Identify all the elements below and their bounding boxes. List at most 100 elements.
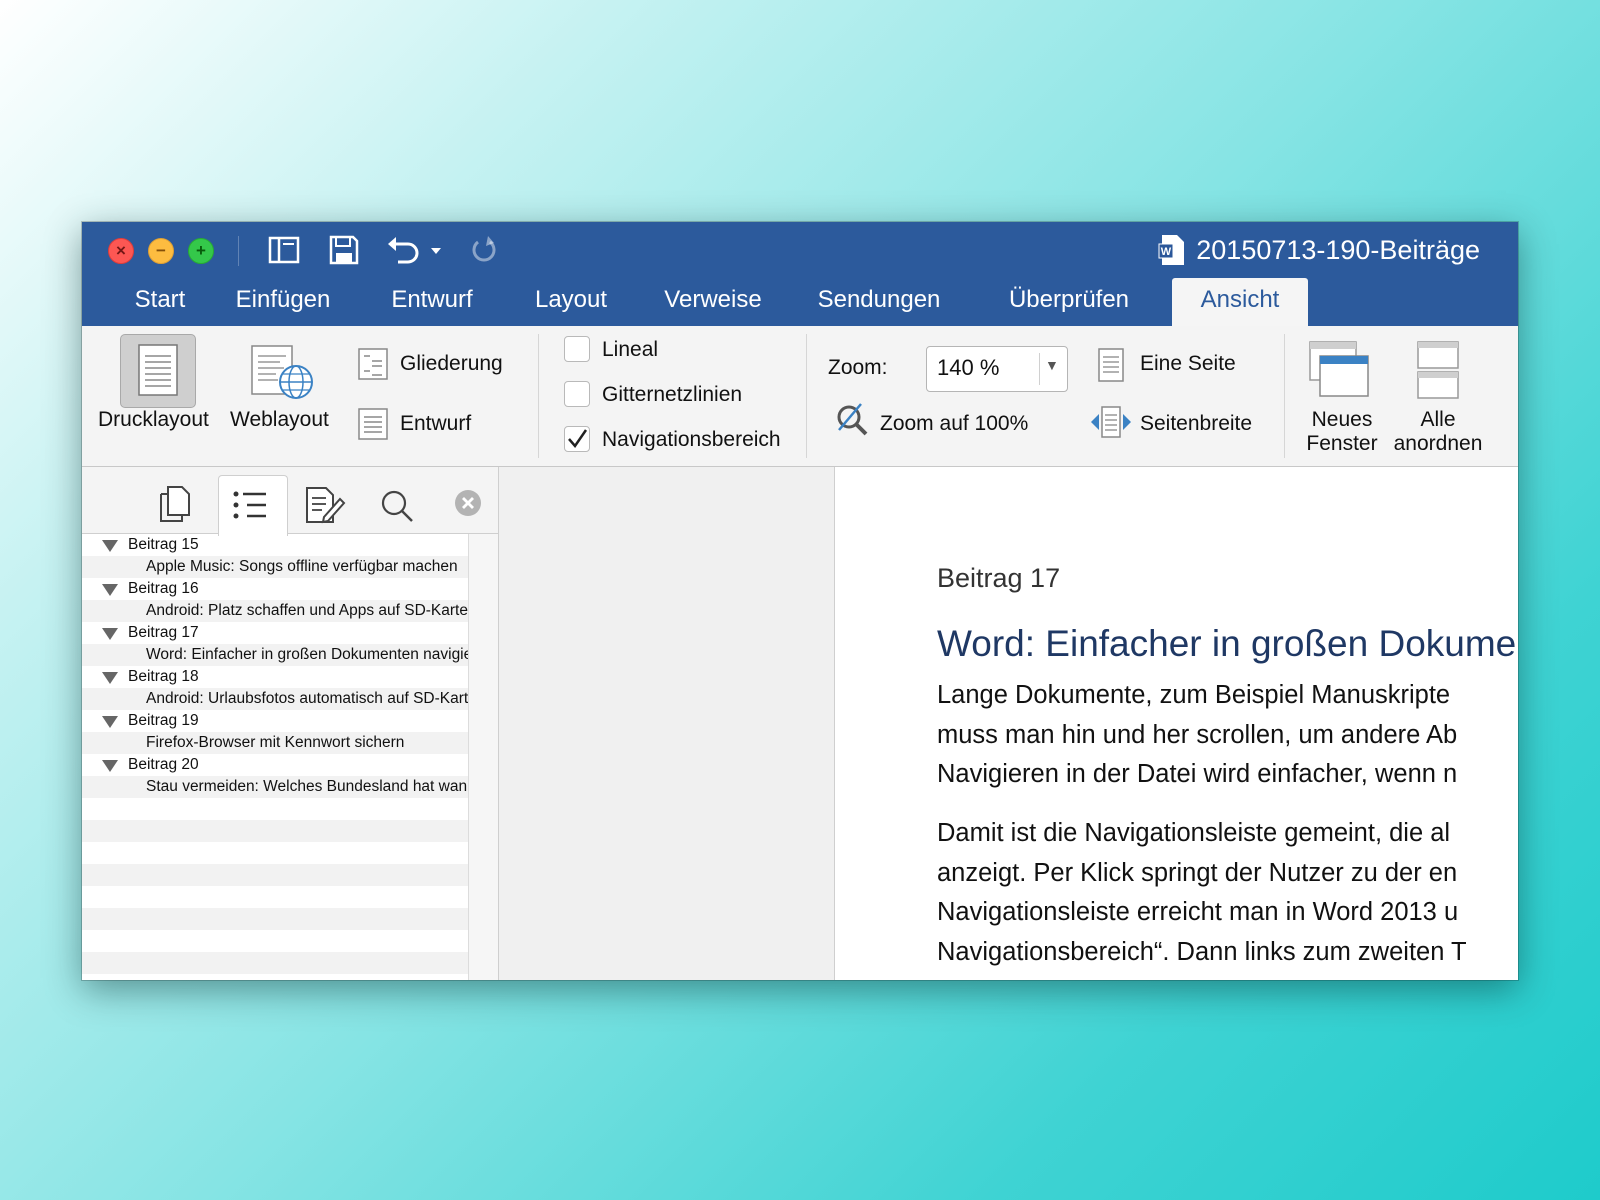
list-item[interactable]: Word: Einfacher in großen Dokumenten nav… — [82, 644, 468, 666]
heading-item[interactable]: Beitrag 20 — [128, 754, 199, 776]
close-icon: × — [116, 241, 126, 260]
undo-icon[interactable] — [384, 232, 424, 268]
one-page-label[interactable]: Eine Seite — [1140, 352, 1236, 376]
heading-item[interactable]: Beitrag 15 — [128, 534, 199, 556]
zoom-combobox[interactable]: 140 % ▼ — [926, 346, 1068, 392]
tab-ueberpruefen[interactable]: Überprüfen — [988, 278, 1150, 326]
page-width-icon[interactable] — [1090, 406, 1132, 438]
document-page[interactable]: Beitrag 17 Word: Einfacher in großen Dok… — [835, 467, 1518, 980]
checkmark-icon — [568, 429, 588, 449]
tab-layout[interactable]: Layout — [514, 278, 628, 326]
subheading-item[interactable]: Android: Platz schaffen und Apps auf SD-… — [146, 600, 468, 622]
zoom-value[interactable]: 140 % — [937, 355, 999, 381]
redo-icon[interactable] — [466, 232, 502, 268]
zoom-100-label[interactable]: Zoom auf 100% — [880, 412, 1028, 436]
minimize-window-button[interactable]: − — [148, 238, 174, 264]
sidebar-toggle-icon[interactable] — [266, 232, 302, 268]
word-window: × − + W 20150713-190-Beiträge Start Einf… — [82, 222, 1518, 980]
page-width-label[interactable]: Seitenbreite — [1140, 412, 1252, 436]
disclosure-triangle-icon[interactable] — [102, 672, 118, 684]
tab-ansicht[interactable]: Ansicht — [1172, 278, 1308, 326]
draft-icon[interactable] — [358, 408, 388, 440]
arrange-all-label-2[interactable]: anordnen — [1392, 432, 1484, 456]
paragraph-line[interactable]: anzeigt. Per Klick springt der Nutzer zu… — [937, 853, 1457, 893]
list-item[interactable]: Stau vermeiden: Welches Bundesland hat w… — [82, 776, 468, 798]
empty-row — [82, 842, 468, 864]
heading-item[interactable]: Beitrag 17 — [128, 622, 199, 644]
subheading-item[interactable]: Stau vermeiden: Welches Bundesland hat w… — [146, 776, 468, 798]
new-window-icon[interactable] — [1308, 340, 1372, 400]
list-item[interactable]: Beitrag 19 — [82, 710, 468, 732]
navigation-pane-checkbox[interactable] — [564, 426, 590, 452]
navigation-pane-label[interactable]: Navigationsbereich — [602, 428, 781, 452]
ruler-label[interactable]: Lineal — [602, 338, 658, 362]
close-window-button[interactable]: × — [108, 238, 134, 264]
web-layout-label[interactable]: Weblayout — [230, 408, 329, 432]
gridlines-label[interactable]: Gitternetzlinien — [602, 383, 742, 407]
tab-einfuegen[interactable]: Einfügen — [218, 278, 348, 326]
fullscreen-icon: + — [196, 241, 206, 260]
heading-item[interactable]: Beitrag 16 — [128, 578, 199, 600]
heading-item[interactable]: Beitrag 19 — [128, 710, 199, 732]
list-item[interactable]: Beitrag 20 — [82, 754, 468, 776]
maximize-window-button[interactable]: + — [188, 238, 214, 264]
search-icon[interactable] — [380, 489, 414, 523]
list-item[interactable]: Apple Music: Songs offline verfügbar mac… — [82, 556, 468, 578]
list-item[interactable]: Beitrag 17 — [82, 622, 468, 644]
list-item[interactable]: Beitrag 16 — [82, 578, 468, 600]
list-item[interactable]: Android: Platz schaffen und Apps auf SD-… — [82, 600, 468, 622]
zoom-100-icon[interactable] — [834, 402, 870, 438]
tab-entwurf[interactable]: Entwurf — [372, 278, 492, 326]
thumbnails-icon[interactable] — [158, 485, 192, 523]
disclosure-triangle-icon[interactable] — [102, 584, 118, 596]
tab-start[interactable]: Start — [108, 278, 212, 326]
close-pane-icon[interactable] — [454, 489, 482, 517]
list-item[interactable]: Android: Urlaubsfotos automatisch auf SD… — [82, 688, 468, 710]
disclosure-triangle-icon[interactable] — [102, 760, 118, 772]
tab-verweise[interactable]: Verweise — [648, 278, 778, 326]
undo-dropdown-icon[interactable] — [428, 232, 444, 268]
ribbon-group-divider — [1284, 334, 1285, 458]
navigation-pane-toolbar — [82, 467, 498, 536]
document-map-list: Beitrag 15 Apple Music: Songs offline ve… — [82, 534, 468, 980]
paragraph-line[interactable]: Navigationsleiste erreicht man in Word 2… — [937, 892, 1458, 932]
disclosure-triangle-icon[interactable] — [102, 716, 118, 728]
subheading-item[interactable]: Apple Music: Songs offline verfügbar mac… — [146, 556, 458, 578]
web-layout-icon[interactable] — [250, 344, 316, 400]
disclosure-triangle-icon[interactable] — [102, 540, 118, 552]
document-section-label[interactable]: Beitrag 17 — [937, 563, 1060, 594]
save-icon[interactable] — [326, 232, 362, 268]
paragraph-line[interactable]: muss man hin und her scrollen, um andere… — [937, 715, 1457, 755]
arrange-all-icon[interactable] — [1416, 340, 1460, 400]
edit-review-icon[interactable] — [304, 485, 346, 525]
list-item[interactable]: Firefox-Browser mit Kennwort sichern — [82, 732, 468, 754]
paragraph-line[interactable]: Lange Dokumente, zum Beispiel Manuskript… — [937, 675, 1450, 715]
draft-label[interactable]: Entwurf — [400, 412, 471, 436]
ruler-checkbox[interactable] — [564, 336, 590, 362]
empty-row — [82, 864, 468, 886]
navigation-pane: Beitrag 15 Apple Music: Songs offline ve… — [82, 467, 499, 980]
subheading-item[interactable]: Android: Urlaubsfotos automatisch auf SD… — [146, 688, 468, 710]
nav-pane-scrollbar[interactable] — [468, 534, 498, 980]
outline-icon[interactable] — [358, 348, 388, 380]
paragraph-line[interactable]: Damit ist die Navigationsleiste gemeint,… — [937, 813, 1450, 853]
print-layout-label[interactable]: Drucklayout — [98, 408, 209, 432]
heading-item[interactable]: Beitrag 18 — [128, 666, 199, 688]
chevron-down-icon[interactable]: ▼ — [1045, 357, 1059, 373]
new-window-label-2[interactable]: Fenster — [1302, 432, 1382, 456]
tab-sendungen[interactable]: Sendungen — [804, 278, 954, 326]
document-map-icon[interactable] — [232, 489, 270, 521]
disclosure-triangle-icon[interactable] — [102, 628, 118, 640]
list-item[interactable]: Beitrag 15 — [82, 534, 468, 556]
one-page-icon[interactable] — [1098, 348, 1124, 382]
subheading-item[interactable]: Word: Einfacher in großen Dokumenten nav… — [146, 644, 468, 666]
new-window-label-1[interactable]: Neues — [1308, 408, 1376, 432]
arrange-all-label-1[interactable]: Alle — [1402, 408, 1474, 432]
paragraph-line[interactable]: Navigationsbereich“. Dann links zum zwei… — [937, 932, 1467, 972]
gridlines-checkbox[interactable] — [564, 381, 590, 407]
outline-label[interactable]: Gliederung — [400, 352, 503, 376]
document-heading[interactable]: Word: Einfacher in großen Dokume — [937, 623, 1516, 665]
paragraph-line[interactable]: Navigieren in der Datei wird einfacher, … — [937, 754, 1457, 794]
subheading-item[interactable]: Firefox-Browser mit Kennwort sichern — [146, 732, 404, 754]
list-item[interactable]: Beitrag 18 — [82, 666, 468, 688]
